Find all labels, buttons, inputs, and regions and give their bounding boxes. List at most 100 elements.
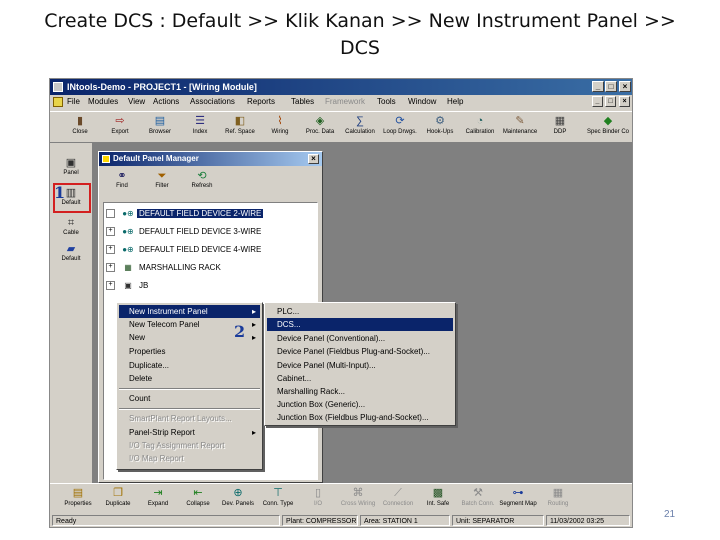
tree-node[interactable]: + ●⊕ DEFAULT FIELD DEVICE 4-WIRE xyxy=(106,243,263,257)
toolbar-loop-drawings-button[interactable]: ⟳ Loop Drwgs. xyxy=(378,115,422,135)
status-plant: Plant: COMPRESSOR xyxy=(282,515,358,526)
bottom-cross-wiring-button[interactable]: ⌘ Cross Wiring xyxy=(338,487,378,507)
dialog-title-bar: Default Panel Manager × xyxy=(99,152,322,166)
toolbar-calculation-button[interactable]: ∑ Calculation xyxy=(338,115,382,135)
bottom-intrinsic-safe-button[interactable]: ▩ Int. Safe xyxy=(418,487,458,507)
field-device-icon: ●⊕ xyxy=(122,209,134,218)
menu-item-count[interactable]: Count xyxy=(119,392,260,405)
process-data-icon: ◈ xyxy=(315,115,325,127)
minimize-button[interactable]: _ xyxy=(592,81,604,92)
toolbar-index-button[interactable]: ☰ Index xyxy=(178,115,222,135)
bottom-collapse-button[interactable]: ⇤ Collapse xyxy=(178,487,218,507)
tree-expander[interactable]: + xyxy=(106,281,115,291)
tree-expander[interactable]: + xyxy=(106,227,115,237)
menu-associations[interactable]: Associations xyxy=(190,95,235,109)
toolbar-hook-ups-button[interactable]: ⚙ Hook-Ups xyxy=(418,115,462,135)
bottom-connection-type-button[interactable]: ⊤ Conn. Type xyxy=(258,487,298,507)
toolbar-spec-binder-button[interactable]: ◆ Spec Binder Co xyxy=(582,115,632,135)
menu-item-panel-strip-report[interactable]: Panel-Strip Report ▸ xyxy=(119,426,260,439)
tree-node[interactable]: + ▣ JB xyxy=(106,279,150,293)
calculation-icon: ∑ xyxy=(356,115,364,127)
menu-framework[interactable]: Framework xyxy=(325,95,365,109)
toolbar-process-data-button[interactable]: ◈ Proc. Data xyxy=(298,115,342,135)
menu-item-io-tag-assignment-report[interactable]: I/O Tag Assignment Report xyxy=(119,439,260,452)
submenu-arrow-icon: ▸ xyxy=(251,333,256,342)
toolbar-ref-space-button[interactable]: ◧ Ref. Space xyxy=(218,115,262,135)
bottom-io-button[interactable]: ▯ I/O xyxy=(298,487,338,507)
menu-tools[interactable]: Tools xyxy=(377,95,396,109)
submenu-item-dcs[interactable]: DCS... xyxy=(267,318,453,331)
spec-binder-icon: ◆ xyxy=(603,115,613,127)
toolbar-wiring-button[interactable]: ⌇ Wiring xyxy=(258,115,302,135)
app-window: INtools-Demo - PROJECT1 - [Wiring Module… xyxy=(49,78,633,528)
toolbar-browser-button[interactable]: ▤ Browser xyxy=(138,115,182,135)
menu-separator xyxy=(119,388,260,390)
mdi-restore-button[interactable]: □ xyxy=(605,96,616,107)
dialog-find-button[interactable]: ⚭ Find xyxy=(105,170,139,189)
tree-node[interactable]: ●⊕ DEFAULT FIELD DEVICE 2-WIRE xyxy=(106,207,264,221)
menu-file[interactable]: File xyxy=(67,95,80,109)
status-bar: Ready Plant: COMPRESSOR Area: STATION 1 … xyxy=(50,513,632,527)
menu-item-io-map-report[interactable]: I/O Map Report xyxy=(119,452,260,465)
submenu-item-device-panel-multi-input[interactable]: Device Panel (Multi-Input)... xyxy=(267,359,453,372)
tree-node-label: DEFAULT FIELD DEVICE 2-WIRE xyxy=(137,209,264,218)
close-button[interactable]: × xyxy=(619,81,631,92)
close-door-icon: ▮ xyxy=(76,115,84,127)
tree-node-label: JB xyxy=(139,281,149,290)
mdi-document-icon[interactable] xyxy=(53,97,63,107)
menu-modules[interactable]: Modules xyxy=(88,95,118,109)
tree-expander[interactable] xyxy=(106,209,115,219)
submenu-item-cabinet[interactable]: Cabinet... xyxy=(267,372,453,385)
loop-drawings-icon: ⟳ xyxy=(395,115,405,127)
bottom-routing-button[interactable]: ▦ Routing xyxy=(538,487,578,507)
toolbar-calibration-button[interactable]: ◔ Calibration xyxy=(458,115,502,135)
menu-item-duplicate[interactable]: Duplicate... xyxy=(119,359,260,372)
mdi-minimize-button[interactable]: _ xyxy=(592,96,603,107)
dialog-filter-button[interactable]: ⏷ Filter xyxy=(145,170,179,189)
submenu-item-marshalling-rack[interactable]: Marshalling Rack... xyxy=(267,385,453,398)
bottom-properties-button[interactable]: ▤ Properties xyxy=(58,487,98,507)
main-toolbar: ▮ Close ⇨ Export ▤ Browser ☰ Index ◧ Ref. Spa… xyxy=(50,111,632,143)
submenu-item-plc[interactable]: PLC... xyxy=(267,305,453,318)
filter-icon: ⏷ xyxy=(157,170,167,182)
menu-window[interactable]: Window xyxy=(408,95,436,109)
submenu-item-device-panel-conventional[interactable]: Device Panel (Conventional)... xyxy=(267,332,453,345)
toolbar-maintenance-button[interactable]: ✎ Maintenance xyxy=(498,115,542,135)
sidebar-item-panel[interactable]: ▣ Panel xyxy=(50,157,92,176)
sidebar-item-default-cable[interactable]: ▰ Default xyxy=(50,243,92,262)
menu-help[interactable]: Help xyxy=(447,95,463,109)
slide-title: Create DCS : Default >> Klik Kanan >> Ne… xyxy=(0,8,720,62)
tree-expander[interactable]: + xyxy=(106,263,115,273)
submenu-item-device-panel-fieldbus[interactable]: Device Panel (Fieldbus Plug-and-Socket).… xyxy=(267,345,453,358)
menu-item-delete[interactable]: Delete xyxy=(119,372,260,385)
sidebar-item-cable[interactable]: ⌗ Cable xyxy=(50,217,92,236)
dialog-close-button[interactable]: × xyxy=(308,154,319,164)
toolbar-export-button[interactable]: ⇨ Export xyxy=(98,115,142,135)
bottom-device-panels-button[interactable]: ⊕ Dev. Panels xyxy=(218,487,258,507)
mdi-close-button[interactable]: × xyxy=(619,96,630,107)
bottom-segment-map-button[interactable]: ⊶ Segment Map xyxy=(498,487,538,507)
tree-expander[interactable]: + xyxy=(106,245,115,255)
menu-actions[interactable]: Actions xyxy=(153,95,179,109)
dialog-refresh-button[interactable]: ⟲ Refresh xyxy=(185,170,219,189)
status-datetime: 11/03/2002 03:25 xyxy=(546,515,630,526)
menu-item-smartplant-report-layouts[interactable]: SmartPlant Report Layouts... xyxy=(119,412,260,425)
bottom-expand-button[interactable]: ⇥ Expand xyxy=(138,487,178,507)
toolbar-close-button[interactable]: ▮ Close xyxy=(58,115,102,135)
menu-item-new-instrument-panel[interactable]: New Instrument Panel ▸ xyxy=(119,305,260,318)
menu-view[interactable]: View xyxy=(128,95,145,109)
menu-tables[interactable]: Tables xyxy=(291,95,314,109)
bottom-batch-connection-button[interactable]: ⚒ Batch Conn. xyxy=(458,487,498,507)
dialog-title: Default Panel Manager xyxy=(113,154,199,163)
submenu-item-junction-box-generic[interactable]: Junction Box (Generic)... xyxy=(267,398,453,411)
tree-node[interactable]: + ●⊕ DEFAULT FIELD DEVICE 3-WIRE xyxy=(106,225,263,239)
submenu-item-junction-box-fieldbus[interactable]: Junction Box (Fieldbus Plug-and-Socket).… xyxy=(267,411,453,424)
tree-node[interactable]: + ▦ MARSHALLING RACK xyxy=(106,261,223,275)
menu-reports[interactable]: Reports xyxy=(247,95,275,109)
maximize-button[interactable]: □ xyxy=(605,81,617,92)
status-area: Area: STATION 1 xyxy=(360,515,450,526)
bottom-connection-button[interactable]: ⟋ Connection xyxy=(378,487,418,507)
menu-item-properties[interactable]: Properties xyxy=(119,345,260,358)
toolbar-ddp-button[interactable]: ▦ DDP xyxy=(538,115,582,135)
bottom-duplicate-button[interactable]: ❐ Duplicate xyxy=(98,487,138,507)
